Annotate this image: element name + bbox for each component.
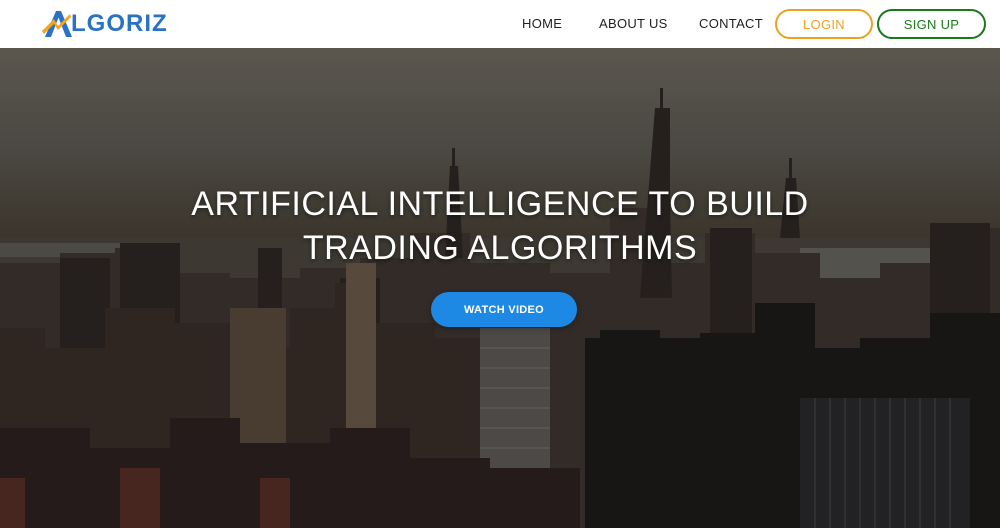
- login-button[interactable]: LOGIN: [775, 9, 873, 39]
- top-navbar: LGORIZ HOME ABOUT US CONTACT LOGIN SIGN …: [0, 0, 1000, 48]
- login-button-label: LOGIN: [803, 16, 845, 32]
- hero-title-line-2: TRADING ALGORITHMS: [302, 229, 698, 267]
- watch-video-button-label: WATCH VIDEO: [463, 303, 545, 316]
- nav-about-link[interactable]: ABOUT US: [599, 16, 668, 31]
- watch-video-button[interactable]: WATCH VIDEO: [431, 292, 577, 327]
- brand-name: LGORIZ: [71, 10, 168, 37]
- hero-section: ARTIFICIAL INTELLIGENCE TO BUILD TRADING…: [0, 48, 1000, 528]
- brand-logo[interactable]: LGORIZ: [42, 7, 168, 41]
- hero-dark-overlay: [0, 48, 1000, 528]
- signup-button-label: SIGN UP: [903, 16, 960, 32]
- signup-button[interactable]: SIGN UP: [877, 9, 986, 39]
- hero-title-line-1: ARTIFICIAL INTELLIGENCE TO BUILD: [191, 185, 809, 223]
- nav-contact-link[interactable]: CONTACT: [699, 16, 763, 31]
- algoriz-a-mark-icon: [42, 11, 72, 37]
- nav-home-link[interactable]: HOME: [522, 16, 562, 31]
